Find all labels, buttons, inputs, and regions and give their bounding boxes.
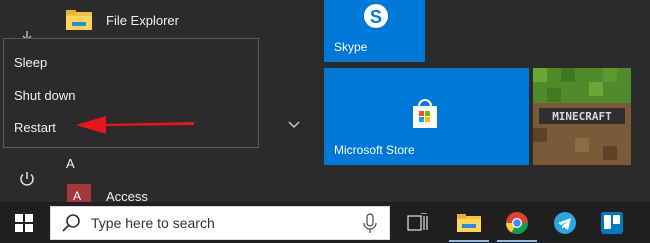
svg-text:A: A bbox=[73, 189, 81, 202]
annotation-arrow bbox=[76, 116, 194, 134]
skype-icon: S bbox=[362, 2, 390, 35]
app-access[interactable]: A Access bbox=[56, 182, 321, 202]
app-label: File Explorer bbox=[106, 12, 179, 28]
taskbar: Type here to search bbox=[0, 202, 650, 243]
power-shut-down[interactable]: Shut down bbox=[14, 84, 75, 106]
svg-text:S: S bbox=[370, 7, 382, 27]
app-label: Access bbox=[106, 189, 148, 202]
power-restart[interactable]: Restart bbox=[14, 116, 56, 138]
tile-skype[interactable]: S Skype bbox=[324, 0, 425, 62]
app-file-explorer[interactable]: File Explorer bbox=[56, 2, 321, 38]
start-button[interactable] bbox=[0, 202, 48, 243]
power-item-label: Restart bbox=[14, 119, 56, 135]
section-letter[interactable]: A bbox=[66, 156, 75, 171]
minecraft-logo: MINECRAFT bbox=[533, 68, 631, 165]
microphone-icon[interactable] bbox=[363, 213, 377, 235]
power-icon[interactable] bbox=[16, 168, 38, 190]
tile-minecraft[interactable]: MINECRAFT bbox=[533, 68, 631, 165]
trello-icon[interactable] bbox=[597, 208, 627, 238]
tile-label: Microsoft Store bbox=[334, 143, 415, 157]
chevron-down-icon[interactable] bbox=[288, 118, 302, 132]
taskbar-search-box[interactable]: Type here to search bbox=[50, 206, 390, 240]
tile-microsoft-store[interactable]: Microsoft Store bbox=[324, 68, 529, 165]
access-icon: A bbox=[64, 182, 94, 202]
task-view-icon[interactable] bbox=[403, 208, 433, 238]
tile-label: Skype bbox=[334, 40, 368, 54]
search-placeholder: Type here to search bbox=[91, 215, 215, 231]
taskbar-active-indicator bbox=[497, 240, 537, 242]
chrome-icon[interactable] bbox=[502, 208, 532, 238]
folder-icon bbox=[64, 5, 94, 35]
telegram-icon[interactable] bbox=[550, 208, 580, 238]
store-bag-icon bbox=[410, 98, 440, 135]
start-menu: File Explorer A A Access Sleep Shut down… bbox=[0, 0, 650, 202]
power-item-label: Sleep bbox=[14, 54, 48, 70]
power-item-label: Shut down bbox=[14, 87, 76, 103]
taskbar-active-indicator bbox=[449, 240, 489, 242]
power-sleep[interactable]: Sleep bbox=[14, 51, 47, 73]
windows-icon bbox=[15, 213, 33, 232]
file-explorer-icon[interactable] bbox=[454, 208, 484, 238]
search-icon bbox=[62, 214, 80, 232]
svg-text:MINECRAFT: MINECRAFT bbox=[552, 110, 612, 123]
